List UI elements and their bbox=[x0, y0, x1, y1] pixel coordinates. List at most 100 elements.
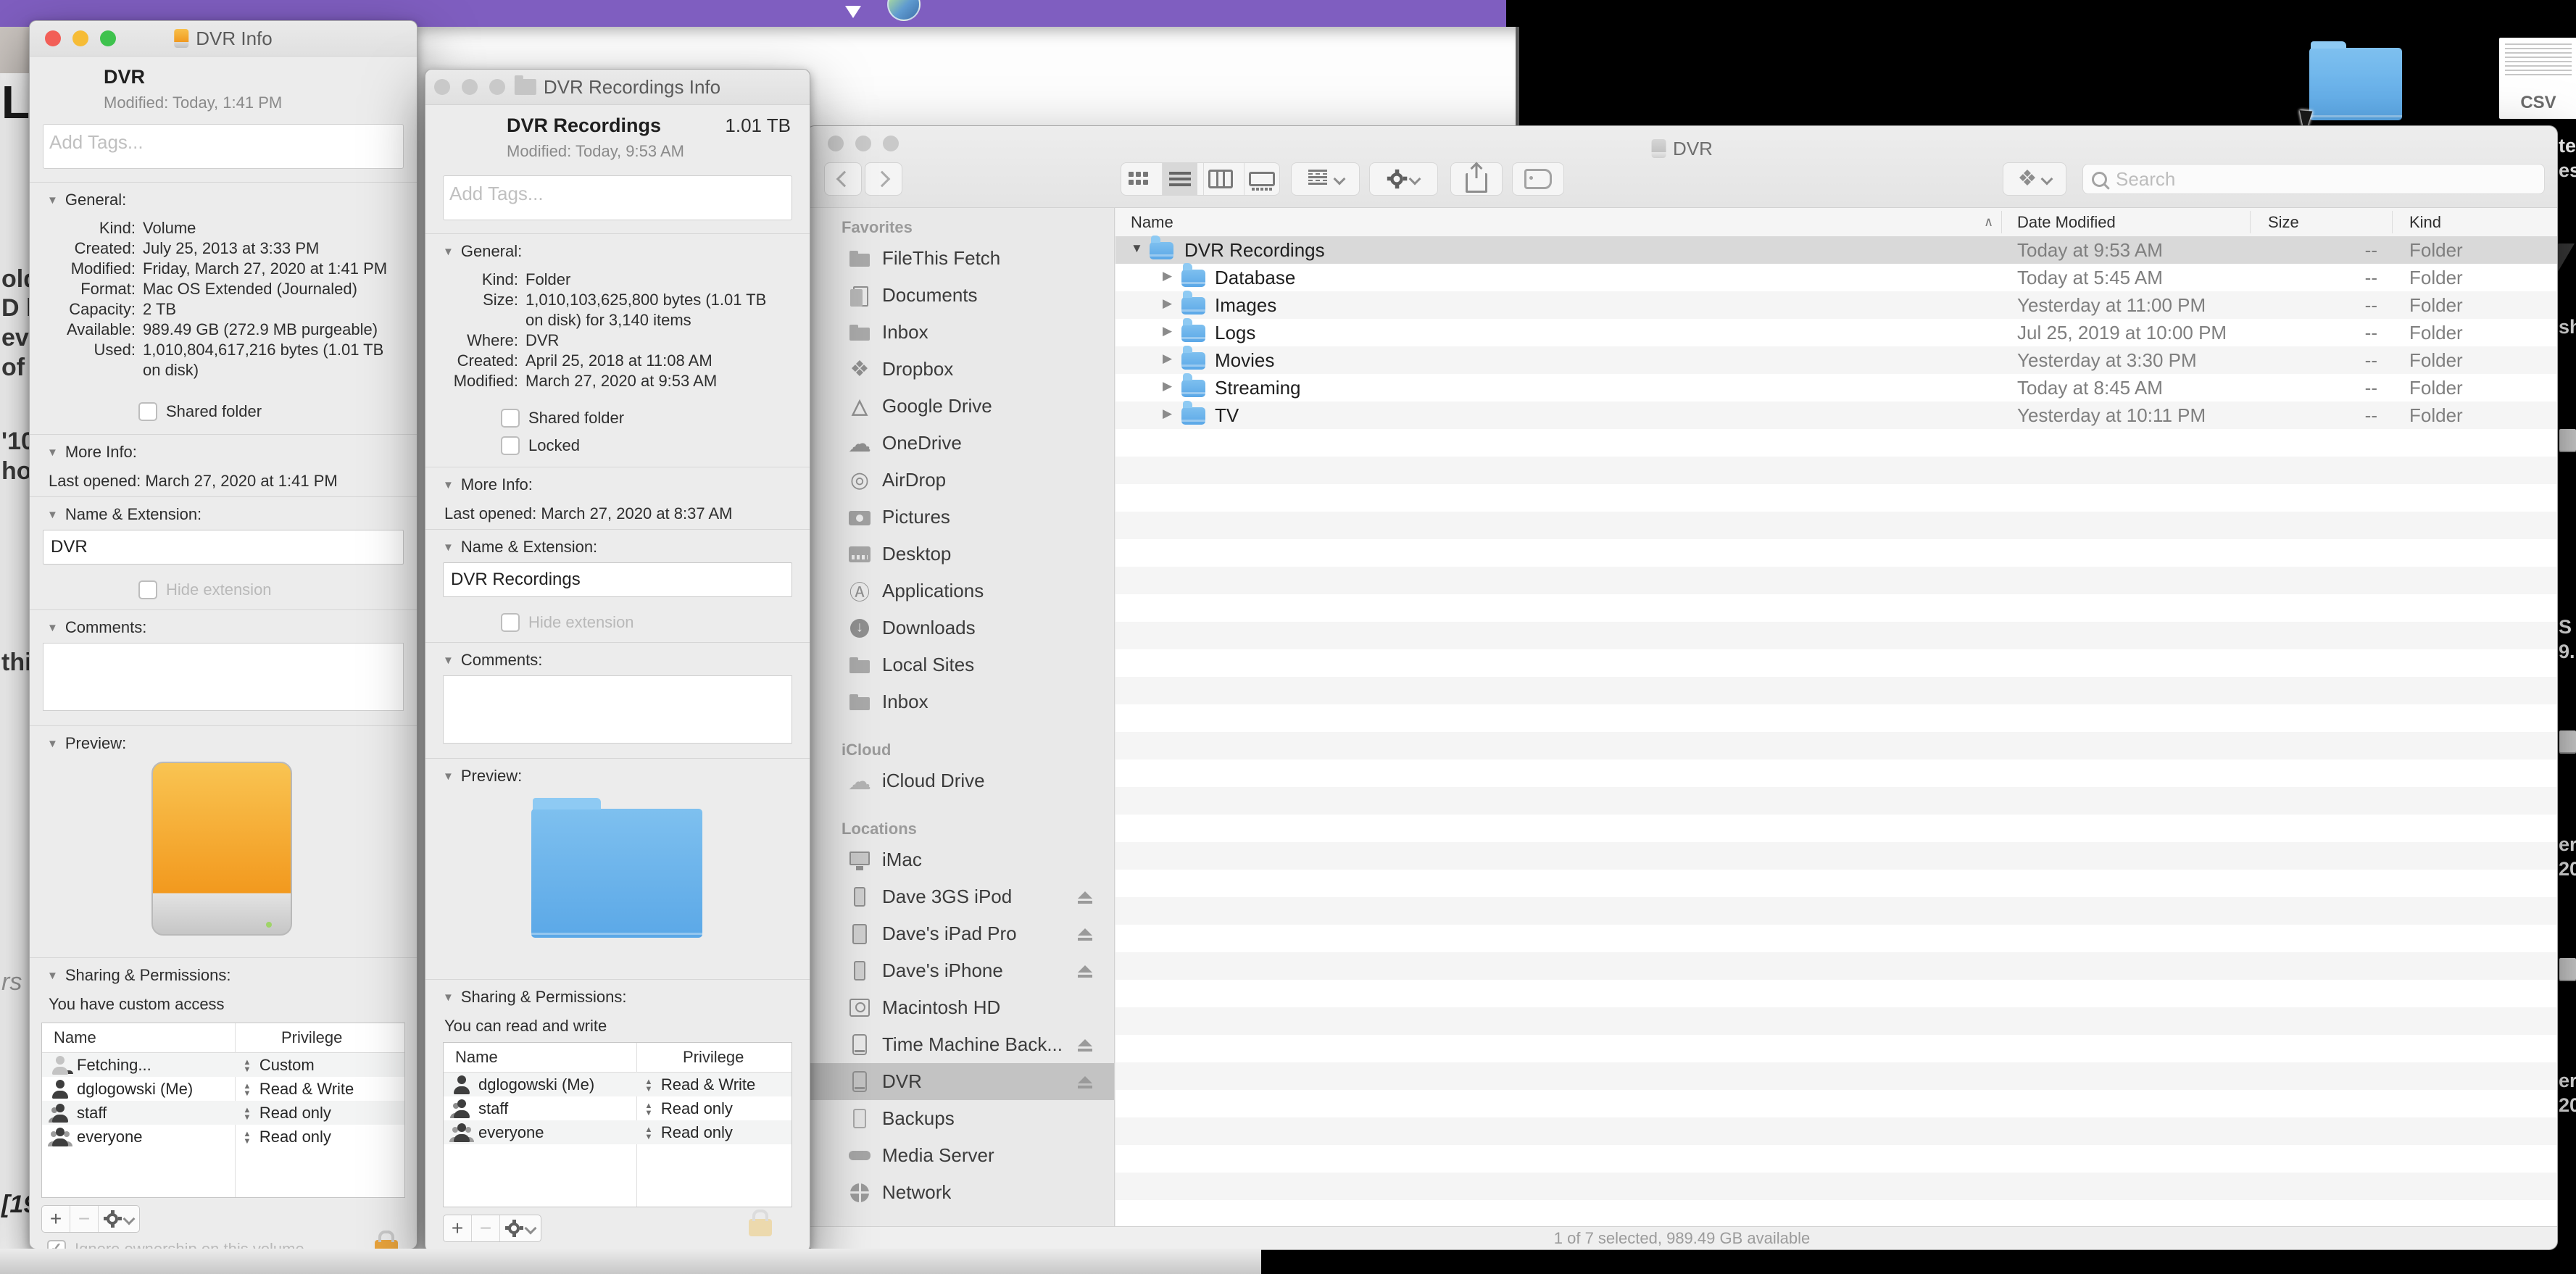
sidebar-item[interactable]: Dave 3GS iPod bbox=[807, 878, 1114, 915]
sidebar-item[interactable]: Documents bbox=[807, 277, 1114, 314]
sidebar-item[interactable]: Dropbox bbox=[807, 351, 1114, 388]
tags-input[interactable] bbox=[444, 176, 803, 211]
sidebar-item[interactable]: iCloud Drive bbox=[807, 762, 1114, 799]
tags-input[interactable] bbox=[43, 125, 415, 159]
disclosure-triangle-icon[interactable]: ▶ bbox=[1163, 351, 1172, 366]
sidebar-item[interactable]: Media Server bbox=[807, 1137, 1114, 1174]
search-field[interactable] bbox=[2082, 164, 2545, 194]
share-button[interactable] bbox=[1450, 162, 1503, 196]
section-more-info[interactable]: ▼ More Info: bbox=[443, 475, 533, 494]
disclosure-triangle-icon[interactable]: ▶ bbox=[1163, 407, 1172, 421]
privilege-cell[interactable]: Read only bbox=[242, 1104, 331, 1123]
permissions-table[interactable]: Name Privilege Fetching... Custom dglog bbox=[41, 1023, 405, 1198]
sidebar-item[interactable]: Macintosh HD bbox=[807, 989, 1114, 1026]
sidebar-item[interactable]: FileThis Fetch bbox=[807, 240, 1114, 277]
shared-folder-checkbox-row[interactable]: Shared folder bbox=[138, 402, 262, 421]
checkbox[interactable] bbox=[138, 402, 157, 421]
section-preview[interactable]: ▼ Preview: bbox=[443, 767, 522, 786]
disclosure-triangle-icon[interactable]: ▶ bbox=[1163, 296, 1172, 311]
disclosure-triangle-icon[interactable]: ▼ bbox=[1131, 241, 1143, 256]
permissions-gear-button[interactable] bbox=[500, 1215, 541, 1241]
section-name-extension[interactable]: ▼ Name & Extension: bbox=[47, 505, 201, 524]
privilege-cell[interactable]: Read only bbox=[242, 1128, 331, 1146]
sidebar-item[interactable]: Dave's iPhone bbox=[807, 952, 1114, 989]
eject-icon[interactable] bbox=[1076, 891, 1094, 904]
dropbox-button[interactable]: ❖ bbox=[2003, 162, 2066, 196]
permission-row[interactable]: staff Read only bbox=[42, 1101, 404, 1125]
privilege-cell[interactable]: Read only bbox=[644, 1123, 733, 1142]
hide-extension-checkbox-row[interactable]: Hide extension bbox=[501, 613, 634, 632]
sidebar-item[interactable]: Network bbox=[807, 1174, 1114, 1211]
disclosure-triangle-icon[interactable]: ▼ bbox=[443, 991, 454, 1004]
sidebar-item[interactable]: OneDrive bbox=[807, 425, 1114, 462]
sidebar-item[interactable]: DVR bbox=[807, 1063, 1114, 1100]
permissions-actions[interactable]: + − bbox=[41, 1205, 140, 1233]
remove-user-button[interactable]: − bbox=[70, 1206, 99, 1232]
locked-checkbox-row[interactable]: Locked bbox=[501, 436, 580, 455]
minimize-icon[interactable] bbox=[855, 136, 871, 151]
forward-button[interactable] bbox=[865, 162, 902, 196]
permission-row[interactable]: dglogowski (Me) Read & Write bbox=[444, 1073, 792, 1096]
column-date-modified[interactable]: Date Modified bbox=[2017, 213, 2116, 232]
sidebar-item[interactable]: Applications bbox=[807, 573, 1114, 609]
avatar[interactable] bbox=[887, 0, 921, 21]
permissions-actions[interactable]: + − bbox=[443, 1215, 541, 1242]
finder-sidebar[interactable]: Favorites FileThis Fetch Documents Inbox bbox=[807, 208, 1115, 1227]
sidebar-item[interactable]: Downloads bbox=[807, 609, 1114, 646]
privilege-cell[interactable]: Read only bbox=[644, 1099, 733, 1118]
disclosure-triangle-icon[interactable]: ▶ bbox=[1163, 324, 1172, 338]
sidebar-item[interactable]: Local Sites bbox=[807, 646, 1114, 683]
section-preview[interactable]: ▼ Preview: bbox=[47, 734, 126, 753]
section-comments[interactable]: ▼ Comments: bbox=[47, 618, 146, 637]
section-general[interactable]: ▼ General: bbox=[443, 242, 522, 261]
titlebar[interactable]: DVR Info bbox=[30, 21, 417, 57]
view-list-button[interactable] bbox=[1162, 163, 1197, 195]
sidebar-item[interactable]: AirDrop bbox=[807, 462, 1114, 499]
disclosure-triangle-icon[interactable]: ▼ bbox=[47, 970, 58, 982]
sidebar-item[interactable]: Inbox bbox=[807, 683, 1114, 720]
view-gallery-button[interactable] bbox=[1244, 163, 1279, 195]
sort-caret-icon[interactable]: ∧ bbox=[1984, 215, 1993, 230]
sidebar-item[interactable]: iMac bbox=[807, 841, 1114, 878]
sidebar-item[interactable]: Desktop bbox=[807, 536, 1114, 573]
view-columns-button[interactable] bbox=[1203, 163, 1239, 195]
disclosure-triangle-icon[interactable]: ▼ bbox=[47, 509, 58, 521]
file-row[interactable]: ▶ Streaming Today at 8:45 AM -- Folder bbox=[1115, 374, 2557, 401]
zoom-icon[interactable] bbox=[883, 136, 899, 151]
shared-folder-checkbox-row[interactable]: Shared folder bbox=[501, 409, 624, 428]
disclosure-triangle-icon[interactable]: ▼ bbox=[47, 446, 58, 459]
section-name-extension[interactable]: ▼ Name & Extension: bbox=[443, 538, 597, 557]
disclosure-triangle-icon[interactable]: ▶ bbox=[1163, 379, 1172, 394]
search-input[interactable] bbox=[2114, 167, 2535, 191]
name-extension-field[interactable] bbox=[43, 530, 404, 565]
checkbox[interactable] bbox=[138, 580, 157, 599]
column-divider[interactable] bbox=[2001, 211, 2002, 233]
zoom-icon[interactable] bbox=[100, 30, 116, 46]
name-extension-input[interactable] bbox=[43, 530, 403, 564]
file-row[interactable]: ▶ Movies Yesterday at 3:30 PM -- Folder bbox=[1115, 346, 2557, 374]
permission-row[interactable]: everyone Read only bbox=[42, 1125, 404, 1149]
tags-box[interactable] bbox=[443, 175, 792, 220]
action-button[interactable] bbox=[1369, 162, 1438, 196]
disclosure-triangle-icon[interactable]: ▼ bbox=[443, 479, 454, 491]
disclosure-triangle-icon[interactable]: ▼ bbox=[443, 654, 454, 667]
section-general[interactable]: ▼ General: bbox=[47, 191, 126, 209]
eject-icon[interactable] bbox=[1076, 1076, 1094, 1089]
file-row[interactable]: ▶ Database Today at 5:45 AM -- Folder bbox=[1115, 264, 2557, 291]
view-switcher[interactable] bbox=[1121, 162, 1280, 196]
permission-row[interactable]: dglogowski (Me) Read & Write bbox=[42, 1077, 404, 1101]
close-icon[interactable] bbox=[828, 136, 844, 151]
sidebar-item[interactable]: Pictures bbox=[807, 499, 1114, 536]
file-row[interactable]: ▶ TV Yesterday at 10:11 PM -- Folder bbox=[1115, 401, 2557, 429]
remove-user-button[interactable]: − bbox=[472, 1215, 500, 1241]
minimize-icon[interactable] bbox=[72, 30, 88, 46]
section-sharing-permissions[interactable]: ▼ Sharing & Permissions: bbox=[47, 966, 231, 985]
csv-file-icon[interactable]: CSV bbox=[2499, 38, 2576, 119]
sidebar-item[interactable]: Backups bbox=[807, 1100, 1114, 1137]
permissions-table[interactable]: Name Privilege dglogowski (Me) Read & Wr… bbox=[443, 1042, 792, 1207]
column-divider[interactable] bbox=[2250, 211, 2251, 233]
file-row[interactable]: ▼ DVR Recordings Today at 9:53 AM -- Fol… bbox=[1115, 236, 2557, 264]
disclosure-triangle-icon[interactable]: ▼ bbox=[47, 622, 58, 634]
file-row[interactable]: ▶ Logs Jul 25, 2019 at 10:00 PM -- Folde… bbox=[1115, 319, 2557, 346]
disclosure-triangle-icon[interactable]: ▼ bbox=[443, 541, 454, 554]
